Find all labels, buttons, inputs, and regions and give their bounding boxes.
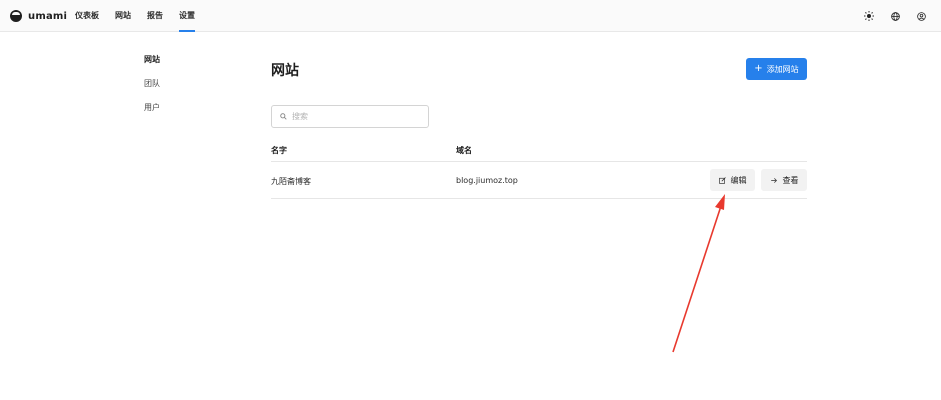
add-website-label: 添加网站 (766, 64, 799, 74)
view-button[interactable]: 查看 (761, 169, 807, 191)
umami-logo-icon (10, 10, 22, 22)
arrow-right-icon (770, 177, 777, 183)
sidebar-item-websites[interactable]: 网站 (144, 52, 160, 76)
sidebar-item-users[interactable]: 用户 (144, 100, 160, 124)
top-bar: umami 仪表板 网站 报告 设置 (0, 0, 941, 32)
app-logo[interactable]: umami (10, 10, 67, 22)
website-name: 九陌斋博客 (271, 177, 311, 186)
nav-dashboard[interactable]: 仪表板 (75, 0, 99, 32)
page-title: 网站 (271, 63, 299, 79)
add-website-button[interactable]: + 添加网站 (746, 58, 807, 80)
globe-icon[interactable] (889, 10, 901, 22)
edit-icon (718, 176, 726, 184)
nav-websites[interactable]: 网站 (115, 0, 131, 32)
top-actions (849, 0, 927, 32)
edit-button[interactable]: 编辑 (710, 169, 755, 191)
search-box[interactable] (271, 105, 429, 128)
main-nav: 仪表板 网站 报告 设置 (75, 0, 211, 32)
settings-sidebar: 网站 团队 用户 (144, 52, 160, 124)
column-header-domain: 域名 (456, 146, 472, 155)
search-icon (280, 113, 287, 120)
plus-icon: + (754, 63, 763, 74)
sun-icon[interactable] (863, 10, 875, 22)
user-icon[interactable] (915, 10, 927, 22)
table-header-divider (271, 161, 807, 162)
table-row-divider (271, 198, 807, 199)
edit-label: 编辑 (730, 175, 747, 185)
nav-reports[interactable]: 报告 (147, 0, 163, 32)
view-label: 查看 (782, 175, 799, 185)
website-domain: blog.jiumoz.top (456, 176, 518, 185)
column-header-name: 名字 (271, 146, 287, 155)
nav-settings[interactable]: 设置 (179, 0, 195, 32)
sidebar-item-teams[interactable]: 团队 (144, 76, 160, 100)
app-name: umami (28, 10, 68, 22)
search-input[interactable] (292, 112, 412, 121)
